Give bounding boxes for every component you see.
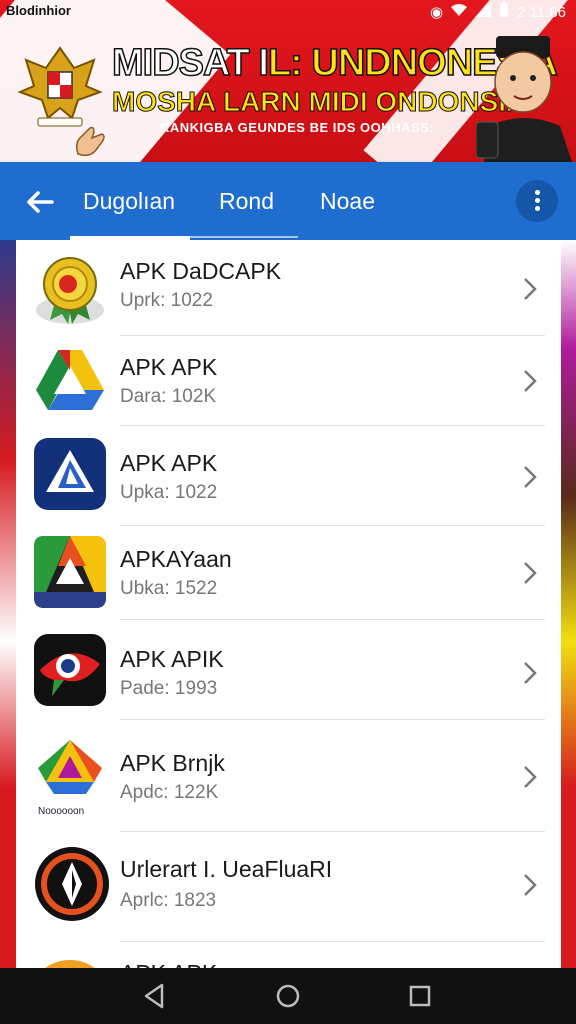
chevron-right-icon	[524, 370, 537, 392]
list-item[interactable]: APKAYaan Ubka: 1522	[16, 526, 561, 620]
nav-home-icon[interactable]	[274, 982, 302, 1010]
more-dot	[535, 206, 540, 211]
gold-medal-icon	[36, 257, 104, 324]
tab-noae[interactable]: Noae	[320, 188, 375, 215]
google-drive-icon	[36, 350, 104, 410]
app-meta: Aprlc: 1823	[120, 890, 217, 911]
more-dot	[535, 190, 540, 195]
list-item[interactable]: APK DaDCAPK Uprk: 1022	[16, 240, 561, 336]
banner-title-line2: MOSHA LARN MIDI ONDONSIA	[111, 86, 527, 118]
list-item[interactable]: APK APIK Pade: 1993	[16, 620, 561, 720]
system-nav-bar	[0, 968, 576, 1024]
status-carrier: Blodinhior	[6, 3, 71, 18]
status-time: 2 11:86	[517, 3, 566, 21]
drive-color-icon	[34, 536, 106, 608]
chevron-right-icon	[524, 466, 537, 488]
status-icons: ◉ 2 11:86	[430, 2, 566, 22]
background-art-right	[560, 240, 576, 970]
app-name: Urlerart I. UeaFluaRI	[120, 856, 333, 882]
tab-dugolian[interactable]: Dugolıan	[83, 188, 175, 215]
drive-blue-icon	[34, 438, 106, 510]
nav-recents-icon[interactable]	[406, 982, 434, 1010]
status-bar: Blodinhior ◉ 2 11:86	[0, 0, 576, 22]
app-meta: Dara: 102K	[120, 386, 217, 407]
app-name: APK DaDCAPK	[120, 258, 282, 284]
app-bar: Dugolıan Rond Noae	[0, 162, 576, 240]
chevron-right-icon	[524, 662, 537, 684]
app-meta: Upka: 1022	[120, 482, 218, 503]
signal-icon	[475, 3, 492, 21]
list-item[interactable]: APK APK	[16, 942, 561, 970]
chevron-right-icon	[524, 562, 537, 584]
wifi-icon	[451, 3, 468, 21]
app-meta: Pade: 1993	[120, 678, 218, 699]
more-dot	[535, 198, 540, 203]
list-item[interactable]: Urlerart I. UeaFluaRI Aprlc: 1823	[16, 832, 561, 942]
back-arrow-icon[interactable]	[22, 184, 58, 220]
orange-ring-icon	[35, 847, 109, 921]
list-item[interactable]: APK APK Dara: 102K	[16, 336, 561, 426]
nav-back-icon[interactable]	[140, 982, 168, 1010]
app-meta: Uprk: 1022	[120, 290, 213, 311]
app-name: APK APK	[120, 354, 218, 380]
list-item[interactable]: Noooooon APK Brnjk Apdc: 122K	[16, 720, 561, 832]
app-icon-caption: Noooooon	[38, 806, 85, 817]
banner-subtitle: RANKIGBA GEUNDES BE IDS OOHHASS:	[160, 120, 435, 135]
list-item[interactable]: APK APK Upka: 1022	[16, 426, 561, 526]
battery-icon	[499, 2, 509, 22]
tab-rond[interactable]: Rond	[219, 188, 274, 215]
drive-store-icon	[38, 740, 102, 794]
app-name: APK Brnjk	[120, 750, 225, 776]
garuda-emblem-icon	[17, 46, 103, 127]
app-name: APK APIK	[120, 646, 224, 672]
chevron-right-icon	[524, 278, 537, 300]
app-list: APK DaDCAPK Uprk: 1022 APK APK Dara: 102…	[16, 240, 561, 970]
hand-icon	[75, 126, 105, 157]
banner-title-part1: MIDSAT I	[111, 41, 269, 85]
more-vert-icon[interactable]	[516, 180, 558, 222]
app-meta: Apdc: 122K	[120, 782, 219, 803]
location-icon: ◉	[429, 4, 444, 21]
app-meta: Ubka: 1522	[120, 578, 218, 599]
person-illustration-icon	[476, 36, 572, 162]
app-name: APK APK	[120, 450, 218, 476]
app-name: APKAYaan	[120, 546, 232, 572]
chevron-right-icon	[524, 766, 537, 788]
tab-indicator-secondary	[190, 236, 298, 238]
eye-chat-icon	[34, 634, 106, 706]
chevron-right-icon	[524, 874, 537, 896]
header-banner: Blodinhior ◉ 2 11:86 MIDSAT IL: UNDNONES…	[0, 0, 576, 162]
